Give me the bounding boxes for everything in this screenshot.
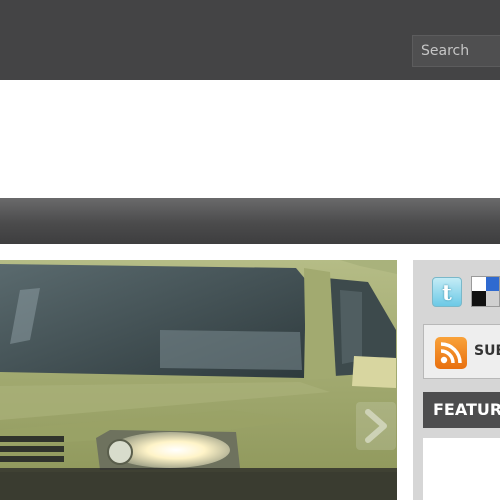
top-header-bar (0, 0, 500, 80)
page: t SUBSCRIBE FEATURED (0, 0, 500, 500)
featured-section-header: FEATURED (423, 392, 500, 428)
twitter-icon[interactable]: t (432, 277, 462, 307)
chevron-right-icon[interactable] (356, 402, 396, 450)
featured-image-slider[interactable] (0, 260, 397, 500)
search-input[interactable] (412, 35, 500, 67)
featured-section-body (423, 438, 500, 500)
slide-caption-bar (0, 468, 397, 500)
car-photo (0, 260, 397, 500)
main-navigation-bar (0, 198, 500, 244)
rss-icon[interactable] (435, 337, 467, 369)
featured-title: FEATURED (433, 400, 500, 419)
subscribe-label: SUBSCRIBE (474, 343, 500, 359)
delicious-icon[interactable] (471, 276, 500, 307)
twitter-glyph: t (442, 280, 452, 305)
